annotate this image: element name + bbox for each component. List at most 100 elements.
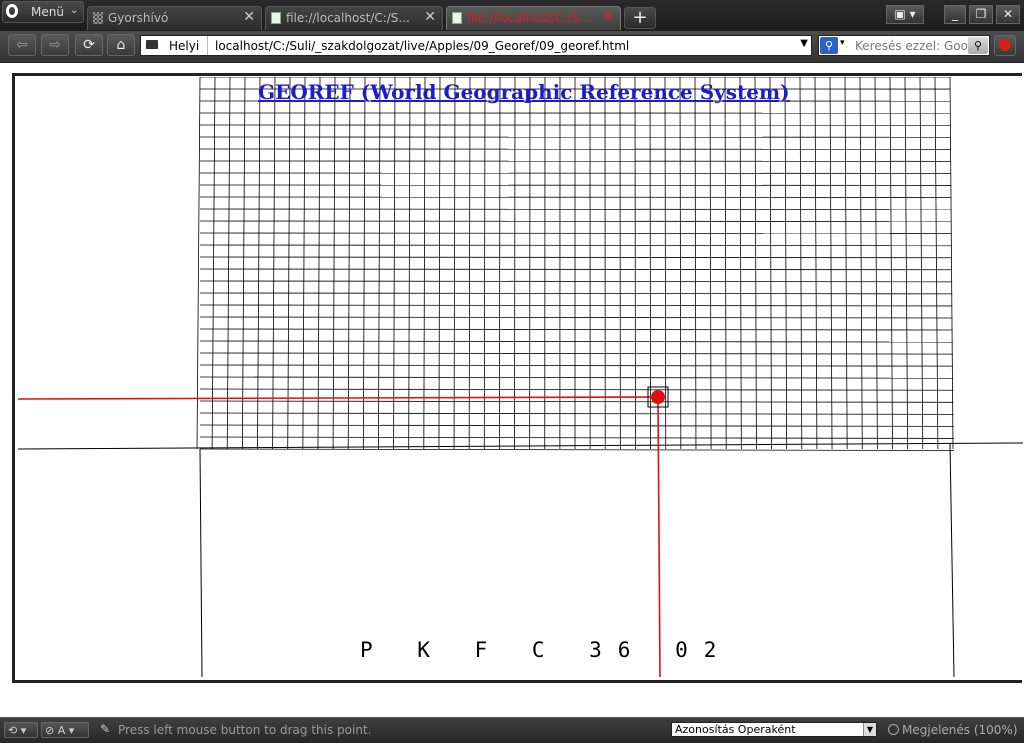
edit-page-icon[interactable]: ✎ bbox=[100, 722, 110, 736]
crosshair-vertical bbox=[658, 397, 660, 677]
home-button[interactable]: ⌂ bbox=[107, 34, 135, 56]
tab-label: file://localhost/C:/S... bbox=[286, 11, 411, 25]
stop-button[interactable] bbox=[994, 35, 1016, 56]
grid-meridian bbox=[755, 77, 756, 449]
grid-meridian bbox=[378, 77, 380, 449]
quadrant-horizontal bbox=[18, 443, 1023, 449]
search-icon[interactable]: ⚲ bbox=[968, 37, 988, 54]
grid-parallel bbox=[200, 353, 953, 354]
sync-icon: ⟲ ▾ bbox=[8, 724, 26, 737]
close-icon[interactable]: ✕ bbox=[602, 9, 614, 25]
grid-meridian bbox=[665, 77, 666, 449]
grid-meridian bbox=[303, 77, 305, 449]
georef-applet[interactable]: GEOREF (World Geographic Reference Syste… bbox=[18, 77, 1023, 677]
grid-meridian bbox=[680, 77, 681, 449]
computer-icon bbox=[146, 40, 158, 49]
grid-meridian bbox=[815, 77, 817, 449]
tab-file-active[interactable]: file://localhost/C:/S... ✕ bbox=[446, 6, 621, 30]
georef-grid[interactable] bbox=[18, 77, 1023, 677]
grid-meridian bbox=[650, 77, 651, 449]
grid-meridian bbox=[409, 77, 410, 449]
grid-parallel bbox=[200, 209, 951, 210]
grid-meridian bbox=[454, 77, 455, 449]
reload-button[interactable]: ⟳ bbox=[75, 34, 103, 56]
grid-meridian bbox=[725, 77, 726, 449]
back-button[interactable]: ⇦ bbox=[8, 34, 36, 56]
crosshair bbox=[18, 387, 668, 677]
grid-meridian bbox=[740, 77, 741, 449]
search-box[interactable]: ⚲ ▾ ⚲ bbox=[818, 35, 990, 56]
tab-speed-dial[interactable]: Gyorshívó ✕ bbox=[87, 6, 262, 30]
grid-parallel bbox=[200, 425, 954, 426]
minimize-button[interactable]: _ bbox=[944, 5, 966, 24]
grid-parallel bbox=[200, 245, 952, 246]
tab-label: Gyorshívó bbox=[108, 11, 233, 25]
grid-meridian bbox=[935, 77, 938, 449]
grid-parallel bbox=[200, 389, 953, 390]
grid-meridian bbox=[469, 77, 470, 449]
page-icon bbox=[271, 12, 281, 24]
grid-meridian bbox=[860, 77, 862, 449]
close-window-button[interactable]: ✕ bbox=[996, 5, 1020, 24]
status-message: Press left mouse button to drag this poi… bbox=[118, 723, 371, 737]
grid-parallel bbox=[200, 365, 953, 366]
close-icon[interactable]: ✕ bbox=[243, 9, 255, 25]
applet-title: GEOREF (World Geographic Reference Syste… bbox=[258, 80, 790, 104]
grid-parallel bbox=[200, 317, 953, 318]
grid-lines bbox=[197, 77, 954, 451]
history-dropdown-icon[interactable]: ▼ bbox=[800, 38, 808, 49]
grid-parallel bbox=[200, 281, 952, 282]
grid-parallel bbox=[200, 305, 952, 306]
restore-button[interactable]: ❐ bbox=[969, 5, 993, 24]
view-toggle[interactable]: ⊘ A ▾ bbox=[41, 722, 89, 738]
tab-label: file://localhost/C:/S... bbox=[467, 11, 592, 25]
grid-parallel bbox=[200, 413, 954, 414]
tab-file-1[interactable]: file://localhost/C:/S... ✕ bbox=[265, 6, 443, 30]
grid-meridian bbox=[197, 77, 200, 449]
grid-meridian bbox=[333, 77, 335, 449]
grid-parallel bbox=[200, 293, 952, 294]
grid-parallel bbox=[200, 233, 952, 234]
tab-bar: Menü ⌄ Gyorshívó ✕ file://localhost/C:/S… bbox=[0, 0, 1024, 31]
view-toggle-label: A bbox=[58, 724, 66, 737]
sync-button[interactable]: ⟲ ▾ bbox=[4, 722, 38, 738]
grid-parallel bbox=[200, 401, 953, 402]
zoom-control[interactable]: Megjelenés (100%) bbox=[888, 723, 1018, 737]
zoom-icon bbox=[888, 724, 899, 735]
search-engine-icon[interactable]: ⚲ bbox=[820, 37, 838, 54]
grid-parallel bbox=[200, 221, 952, 222]
menu-label: Menü bbox=[31, 5, 64, 19]
chevron-down-icon[interactable]: ▾ bbox=[840, 38, 845, 48]
turbo-icon: ⊘ bbox=[45, 724, 54, 737]
opera-menu-button[interactable]: Menü ⌄ bbox=[2, 1, 84, 23]
grid-meridian bbox=[394, 77, 395, 449]
chevron-down-icon[interactable]: ▼ bbox=[863, 723, 876, 736]
new-tab-button[interactable]: + bbox=[624, 7, 656, 29]
address-toolbar: ⇦ ⇨ ⟳ ⌂ Helyi localhost/C:/Suli/_szakdol… bbox=[0, 31, 1024, 63]
quadrant-left-vertical bbox=[200, 449, 202, 677]
georef-code: P K F C 36 02 bbox=[360, 638, 732, 662]
identity-select[interactable]: Azonosítás Operaként ▼ bbox=[671, 722, 877, 737]
close-icon[interactable]: ✕ bbox=[424, 9, 436, 25]
tab-list-button[interactable]: ▣ ▾ bbox=[886, 5, 924, 24]
quadrant-right-vertical bbox=[950, 443, 954, 677]
grid-meridian bbox=[288, 77, 290, 449]
grid-parallel bbox=[200, 449, 954, 451]
identity-value: Azonosítás Operaként bbox=[675, 723, 796, 736]
forward-button[interactable]: ⇨ bbox=[41, 34, 69, 56]
grid-meridian bbox=[785, 77, 787, 449]
grid-meridian bbox=[439, 77, 440, 449]
crosshair-horizontal bbox=[18, 397, 658, 399]
search-input[interactable] bbox=[855, 37, 967, 54]
divider bbox=[207, 36, 208, 55]
grid-meridian bbox=[212, 77, 215, 449]
url-text[interactable]: localhost/C:/Suli/_szakdolgozat/live/App… bbox=[215, 39, 629, 53]
drag-point[interactable] bbox=[651, 390, 665, 404]
grid-meridian bbox=[363, 77, 365, 449]
address-field[interactable]: Helyi localhost/C:/Suli/_szakdolgozat/li… bbox=[140, 35, 812, 56]
grid-parallel bbox=[200, 329, 953, 330]
site-badge[interactable]: Helyi bbox=[169, 39, 199, 53]
grid-parallel bbox=[200, 269, 952, 270]
stop-icon bbox=[999, 39, 1011, 51]
grid-meridian bbox=[770, 77, 772, 449]
